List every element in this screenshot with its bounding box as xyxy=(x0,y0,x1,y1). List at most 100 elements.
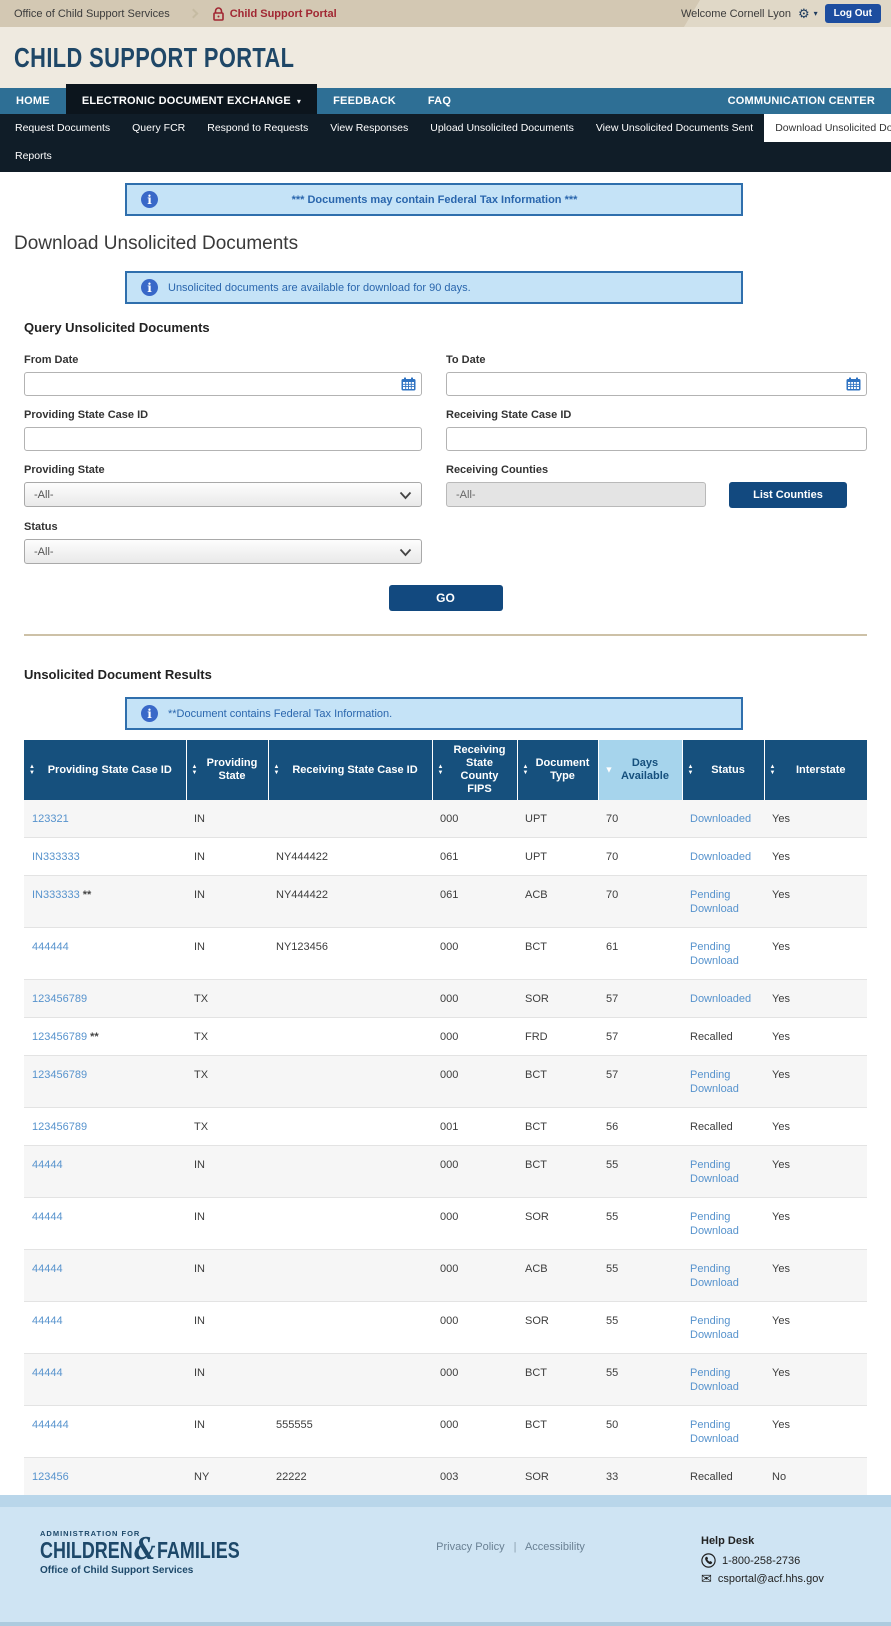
col-providing-state-case-id[interactable]: Providing State Case ID xyxy=(24,740,186,800)
case-id-link[interactable]: 123456789 xyxy=(32,1069,87,1081)
case-id-link[interactable]: 44444 xyxy=(32,1159,63,1171)
nav-home[interactable]: HOME xyxy=(0,88,66,114)
gear-caret-icon[interactable]: ▾ xyxy=(814,9,818,18)
table-row: 123456789 **TX000FRD57RecalledYes xyxy=(24,1018,867,1056)
receiving-case-label: Receiving State Case ID xyxy=(446,409,867,421)
col-days-available[interactable]: ▼Days Available xyxy=(598,740,682,800)
footer-links: Privacy Policy | Accessibility xyxy=(320,1529,701,1553)
case-id-link[interactable]: 123321 xyxy=(32,813,69,825)
col-receiving-state-case-id[interactable]: Receiving State Case ID xyxy=(268,740,432,800)
interstate-cell: Yes xyxy=(764,1018,867,1056)
case-id-link[interactable]: 123456 xyxy=(32,1471,69,1483)
list-counties-button[interactable]: List Counties xyxy=(729,482,847,508)
status-link[interactable]: Pending Download xyxy=(690,1367,739,1393)
logout-button[interactable]: Log Out xyxy=(825,4,881,23)
receiving-case-cell: NY444422 xyxy=(268,876,432,928)
gear-icon[interactable]: ⚙ xyxy=(798,7,810,20)
table-row: 44444IN000ACB55Pending DownloadYes xyxy=(24,1250,867,1302)
case-id-link[interactable]: 44444 xyxy=(32,1263,63,1275)
nav-faq[interactable]: FAQ xyxy=(412,88,467,114)
breadcrumb-portal-label: Child Support Portal xyxy=(230,8,337,20)
status-link[interactable]: Pending Download xyxy=(690,941,739,967)
table-row: 123456789TX001BCT56RecalledYes xyxy=(24,1108,867,1146)
subnav-respond-to-requests[interactable]: Respond to Requests xyxy=(196,114,319,142)
breadcrumb-agency[interactable]: Office of Child Support Services xyxy=(14,8,170,20)
case-id-link[interactable]: IN333333 xyxy=(32,889,80,901)
providing-state-cell: IN xyxy=(186,1302,268,1354)
receiving-case-input[interactable] xyxy=(446,427,867,451)
from-date-field: From Date xyxy=(24,354,422,396)
case-id-cell: 444444 xyxy=(24,928,186,980)
case-id-link[interactable]: 123456789 xyxy=(32,1121,87,1133)
interstate-cell: Yes xyxy=(764,1406,867,1458)
privacy-policy-link[interactable]: Privacy Policy xyxy=(436,1541,504,1553)
providing-state-select[interactable]: -All- xyxy=(24,482,422,507)
query-form: From Date To Date Providing xyxy=(24,341,867,564)
status-link[interactable]: Pending Download xyxy=(690,1159,739,1185)
subnav-query-fcr[interactable]: Query FCR xyxy=(121,114,196,142)
status-link[interactable]: Pending Download xyxy=(690,1315,739,1341)
days-available-cell: 70 xyxy=(598,838,682,876)
doc-type-cell: UPT xyxy=(517,838,598,876)
nav-electronic-document-exchange[interactable]: ELECTRONIC DOCUMENT EXCHANGE▾ xyxy=(66,84,317,114)
subnav-view-responses[interactable]: View Responses xyxy=(319,114,419,142)
subnav-view-unsolicited-documents-sent[interactable]: View Unsolicited Documents Sent xyxy=(585,114,764,142)
case-id-link[interactable]: 44444 xyxy=(32,1211,63,1223)
availability-banner: i Unsolicited documents are available fo… xyxy=(125,271,743,304)
from-date-input[interactable] xyxy=(24,372,422,396)
table-row: 123321IN000UPT70DownloadedYes xyxy=(24,800,867,838)
doc-type-cell: BCT xyxy=(517,1108,598,1146)
status-link[interactable]: Pending Download xyxy=(690,889,739,915)
case-id-link[interactable]: 123456789 xyxy=(32,993,87,1005)
providing-case-input[interactable] xyxy=(24,427,422,451)
status-link[interactable]: Pending Download xyxy=(690,1069,739,1095)
help-desk-title: Help Desk xyxy=(701,1535,861,1547)
fips-cell: 000 xyxy=(432,800,517,838)
days-available-cell: 61 xyxy=(598,928,682,980)
status-link[interactable]: Pending Download xyxy=(690,1263,739,1289)
case-id-link[interactable]: 444444 xyxy=(32,941,69,953)
calendar-icon[interactable] xyxy=(401,377,416,391)
providing-state-cell: IN xyxy=(186,1146,268,1198)
subnav-request-documents[interactable]: Request Documents xyxy=(4,114,121,142)
interstate-cell: Yes xyxy=(764,1354,867,1406)
status-cell: Pending Download xyxy=(682,1146,764,1198)
providing-state-cell: IN xyxy=(186,800,268,838)
interstate-cell: Yes xyxy=(764,1056,867,1108)
calendar-icon[interactable] xyxy=(846,377,861,391)
subnav-download-unsolicited-documents[interactable]: Download Unsolicited Documents xyxy=(764,114,891,142)
status-link[interactable]: Pending Download xyxy=(690,1211,739,1237)
results-heading: Unsolicited Document Results xyxy=(24,667,891,682)
nav-communication-center[interactable]: COMMUNICATION CENTER xyxy=(712,88,891,114)
case-id-link[interactable]: 444444 xyxy=(32,1419,69,1431)
lock-icon xyxy=(213,7,224,21)
fips-cell: 000 xyxy=(432,1406,517,1458)
col-interstate[interactable]: Interstate xyxy=(764,740,867,800)
col-status[interactable]: Status xyxy=(682,740,764,800)
accessibility-link[interactable]: Accessibility xyxy=(525,1541,585,1553)
to-date-input[interactable] xyxy=(446,372,867,396)
col-receiving-state-county-fips[interactable]: Receiving State County FIPS xyxy=(432,740,517,800)
case-id-link[interactable]: IN333333 xyxy=(32,851,80,863)
help-desk-phone[interactable]: 1-800-258-2736 xyxy=(722,1555,800,1567)
subnav-upload-unsolicited-documents[interactable]: Upload Unsolicited Documents xyxy=(419,114,585,142)
nav-feedback[interactable]: FEEDBACK xyxy=(317,88,412,114)
receiving-case-cell: 555555 xyxy=(268,1406,432,1458)
help-desk-email[interactable]: csportal@acf.hhs.gov xyxy=(718,1573,824,1585)
fips-cell: 000 xyxy=(432,1018,517,1056)
status-link[interactable]: Downloaded xyxy=(690,813,751,825)
col-providing-state[interactable]: Providing State xyxy=(186,740,268,800)
status-select[interactable]: -All- xyxy=(24,539,422,564)
status-cell: Pending Download xyxy=(682,1250,764,1302)
case-id-link[interactable]: 44444 xyxy=(32,1367,63,1379)
status-link[interactable]: Downloaded xyxy=(690,851,751,863)
receiving-case-cell xyxy=(268,1302,432,1354)
case-id-link[interactable]: 123456789 xyxy=(32,1031,87,1043)
case-id-link[interactable]: 44444 xyxy=(32,1315,63,1327)
status-link[interactable]: Downloaded xyxy=(690,993,751,1005)
status-link[interactable]: Pending Download xyxy=(690,1419,739,1445)
providing-state-cell: IN xyxy=(186,928,268,980)
col-document-type[interactable]: Document Type xyxy=(517,740,598,800)
go-button[interactable]: GO xyxy=(389,585,503,611)
subnav-reports[interactable]: Reports xyxy=(4,142,63,170)
